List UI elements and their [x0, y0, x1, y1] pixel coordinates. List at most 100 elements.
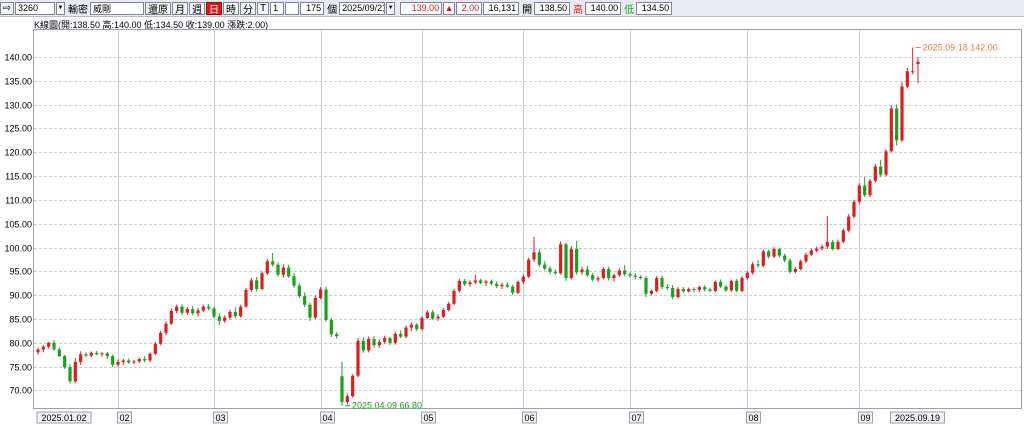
candle-body: [815, 248, 819, 251]
x-tick-label: 09: [860, 413, 870, 423]
candle-body: [420, 318, 424, 330]
candle-body: [793, 268, 797, 272]
candle-body: [41, 346, 45, 350]
candle-body: [297, 285, 301, 297]
candle-body: [809, 250, 813, 255]
candle-body: [153, 343, 157, 354]
y-tick-label: 135.00: [4, 77, 32, 87]
candle-body: [127, 360, 131, 363]
candle-body: [676, 289, 680, 298]
y-tick-label: 110.00: [5, 196, 32, 206]
y-tick-label: 90.00: [9, 291, 32, 301]
candle-body: [804, 254, 808, 262]
candle-body: [463, 280, 467, 285]
y-tick-label: 80.00: [9, 339, 32, 349]
candle-body: [884, 151, 888, 175]
candle-body: [367, 339, 371, 351]
candle-body: [905, 71, 909, 87]
candle-body: [500, 284, 504, 287]
candle-body: [639, 277, 643, 279]
candle-body: [521, 276, 525, 282]
candle-body: [612, 275, 616, 279]
candlestick-chart: 70.00 75.00 80.00 85.00 90.00 95.00 100.00 105.…: [4, 30, 1021, 424]
candle-body: [735, 280, 739, 291]
candle-body: [767, 251, 771, 257]
y-tick-label: 85.00: [9, 315, 32, 325]
candle-body: [607, 268, 611, 279]
candle-body: [495, 283, 499, 287]
candle-body: [847, 216, 851, 231]
candle-body: [719, 281, 723, 287]
candle-body: [457, 280, 461, 291]
candle-body: [505, 284, 509, 287]
candle-body: [345, 396, 349, 402]
x-tick-label: 08: [748, 413, 758, 423]
candle-body: [308, 304, 312, 318]
candle-body: [185, 309, 189, 313]
y-tick-label: 95.00: [9, 267, 32, 277]
candle-body: [868, 180, 872, 196]
candle-body: [489, 281, 493, 284]
candle-body: [548, 268, 552, 272]
candle-body: [292, 276, 296, 286]
candle-body: [665, 287, 669, 289]
candle-body: [703, 287, 707, 290]
candle-body: [196, 310, 200, 314]
candle-body: [788, 260, 792, 272]
candle-body: [84, 354, 88, 356]
candle-body: [212, 308, 216, 317]
y-tick-label: 70.00: [9, 386, 32, 396]
candle-body: [660, 278, 664, 288]
candle-body: [116, 361, 120, 365]
candle-body: [175, 306, 179, 311]
candle-body: [879, 166, 883, 175]
candle-body: [329, 319, 333, 335]
y-tick-label: 130.00: [4, 101, 32, 111]
candle-body: [287, 267, 291, 277]
candle-body: [223, 317, 227, 321]
candle-body: [137, 359, 141, 362]
candle-body: [79, 354, 83, 362]
candle-body: [143, 359, 147, 361]
candle-body: [249, 280, 253, 290]
candle-body: [484, 281, 488, 283]
candle-body: [388, 338, 392, 343]
candle-body: [201, 306, 205, 311]
candle-body: [452, 290, 456, 304]
candle-body: [575, 248, 579, 273]
candle-body: [399, 333, 403, 337]
candle-body: [164, 323, 168, 333]
candle-body: [671, 288, 675, 298]
candle-body: [697, 287, 701, 290]
candle-body: [745, 272, 749, 279]
candle-body: [271, 261, 275, 265]
candle-body: [873, 166, 877, 181]
candle-body: [724, 286, 728, 291]
candle-body: [57, 349, 61, 357]
candle-body: [841, 230, 845, 242]
candle-body: [777, 248, 781, 256]
candle-body: [825, 241, 829, 247]
candle-body: [52, 342, 56, 350]
candle-body: [180, 306, 184, 313]
candle-body: [233, 311, 237, 317]
candle-body: [425, 312, 429, 319]
candle-body: [537, 252, 541, 265]
candle-body: [761, 251, 765, 266]
candle-body: [335, 334, 339, 337]
candle-body: [836, 241, 840, 249]
candle-body: [303, 296, 307, 305]
x-tick-label: 05: [423, 413, 433, 423]
candle-body: [105, 353, 109, 357]
candle-body: [601, 268, 605, 279]
candle-body: [911, 71, 915, 73]
candle-body: [783, 255, 787, 261]
candle-body: [217, 316, 221, 321]
candle-body: [207, 306, 211, 309]
candle-body: [564, 244, 568, 279]
candle-body: [36, 349, 40, 353]
x-tick-label: 02: [119, 413, 129, 423]
candle-body: [889, 108, 893, 152]
candle-body: [89, 352, 93, 356]
candle-body: [228, 311, 232, 318]
